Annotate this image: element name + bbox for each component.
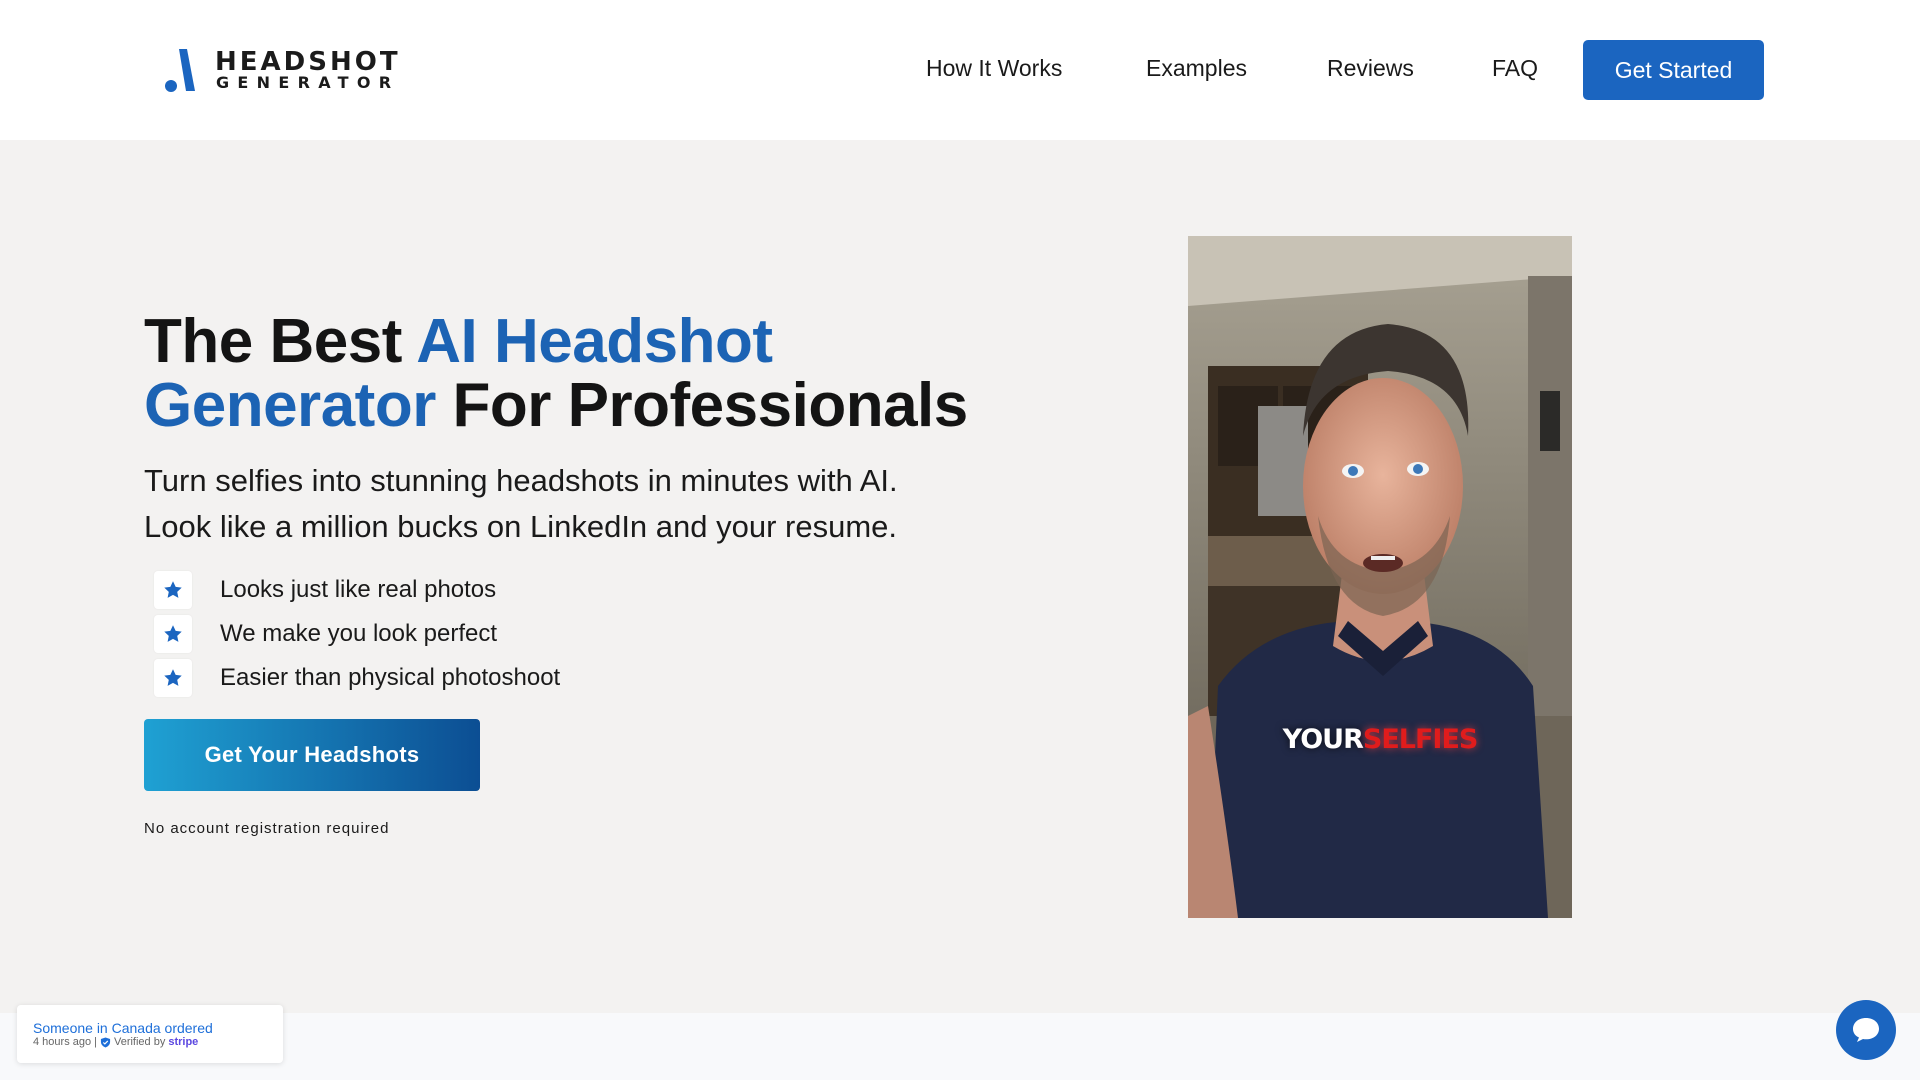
chat-button[interactable] — [1836, 1000, 1896, 1060]
chat-bubble-icon — [1853, 1018, 1879, 1042]
no-registration-note: No account registration required — [144, 820, 390, 837]
notification-message: Someone in Canada ordered — [33, 1020, 213, 1036]
brand-logo[interactable]: HEADSHOT GENERATOR — [165, 47, 398, 93]
feature-text: Looks just like real photos — [220, 576, 497, 603]
star-icon — [154, 615, 192, 653]
caption-word-your: YOUR — [1282, 724, 1364, 755]
video-caption: YOURSELFIES — [1188, 724, 1572, 755]
stripe-logo: stripe — [168, 1036, 199, 1048]
logo-text-generator: GENERATOR — [216, 73, 400, 92]
hero-subtitle: Turn selfies into stunning headshots in … — [144, 458, 1024, 550]
hero-title: The Best AI Headshot Generator For Profe… — [144, 310, 1044, 438]
next-section — [0, 1013, 1920, 1080]
get-started-button[interactable]: Get Started — [1583, 40, 1764, 100]
caption-word-selfies: SELFIES — [1362, 724, 1478, 755]
separator: | — [94, 1036, 97, 1048]
video-frame-image — [1188, 236, 1572, 918]
hero-subtitle-line1: Turn selfies into stunning headshots in … — [144, 463, 898, 498]
feature-item: Easier than physical photoshoot — [154, 656, 560, 700]
feature-text: We make you look perfect — [220, 620, 498, 647]
notification-time: 4 hours ago — [33, 1036, 92, 1048]
logo-mark-icon — [165, 49, 195, 92]
nav-how-it-works[interactable]: How It Works — [926, 55, 1062, 82]
order-notification[interactable]: Someone in Canada ordered 4 hours ago | … — [17, 1005, 283, 1063]
verified-shield-icon — [100, 1036, 111, 1048]
star-icon — [154, 659, 192, 697]
hero-title-part1: The Best — [144, 307, 417, 376]
nav-examples[interactable]: Examples — [1146, 55, 1247, 82]
nav-reviews[interactable]: Reviews — [1327, 55, 1414, 82]
nav-faq[interactable]: FAQ — [1492, 55, 1538, 82]
site-header: HEADSHOT GENERATOR How It Works Examples… — [0, 0, 1920, 140]
feature-list: Looks just like real photos We make you … — [154, 568, 560, 700]
hero-title-part2: For Professionals — [435, 371, 969, 440]
verified-text: Verified by — [113, 1036, 166, 1048]
feature-item: Looks just like real photos — [154, 568, 560, 612]
get-your-headshots-button[interactable]: Get Your Headshots — [144, 719, 480, 791]
feature-text: Easier than physical photoshoot — [220, 664, 561, 691]
star-icon — [154, 571, 192, 609]
hero-subtitle-line2: Look like a million bucks on LinkedIn an… — [144, 509, 898, 544]
notification-meta: 4 hours ago | Verified by stripe — [33, 1036, 198, 1048]
feature-item: We make you look perfect — [154, 612, 560, 656]
demo-video[interactable]: YOURSELFIES — [1188, 236, 1572, 918]
